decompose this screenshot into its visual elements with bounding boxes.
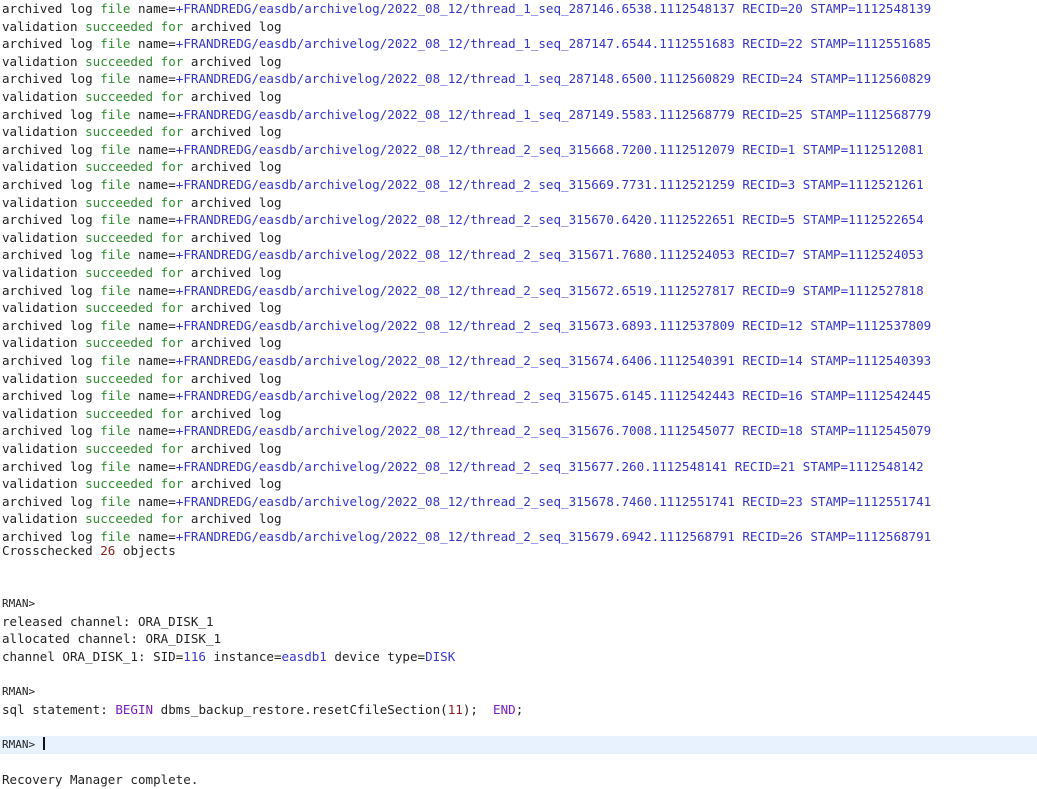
archived-log-line: archived log file name=+FRANDREDG/easdb/… [2,106,932,122]
sql-close: ); [462,702,478,717]
sql-call: dbms_backup_restore.resetCfileSection( [160,702,448,717]
archived-log-line: archived log file name=+FRANDREDG/easdb/… [2,1,932,16]
rman-console-output[interactable]: archived log file name=+FRANDREDG/easdb/… [0,0,1037,789]
validation-line: validation succeeded for archived log [2,229,282,245]
sql-end-keyword: END [493,702,516,717]
archived-log-line: archived log file name=+FRANDREDG/easdb/… [2,36,932,52]
device-label: device type= [334,649,426,664]
validation-line: validation succeeded for archived log [2,511,282,527]
crosscheck-suffix: objects [122,543,176,558]
channel-info-line: channel ORA_DISK_1: SID=116 instance=eas… [2,648,455,666]
crosscheck-count: 26 [100,543,116,558]
archived-log-line: archived log file name=+FRANDREDG/easdb/… [2,247,924,263]
rman-prompt-1: RMAN> [2,597,36,610]
archived-log-line: archived log file name=+FRANDREDG/easdb/… [2,353,932,368]
rman-prompt-3: RMAN> [2,738,36,751]
validation-line: validation succeeded for archived log [2,476,282,492]
text-cursor [42,737,45,750]
validation-line: validation succeeded for archived log [2,194,282,210]
allocated-channel-line: allocated channel: ORA_DISK_1 [2,631,222,646]
archived-log-line: archived log file name=+FRANDREDG/easdb/… [2,282,924,298]
archived-log-line: archived log file name=+FRANDREDG/easdb/… [2,71,932,87]
crosscheck-summary-line: Crosschecked 26 objects [2,542,176,560]
crosscheck-label: Crosschecked [2,543,93,558]
archived-log-line: archived log file name=+FRANDREDG/easdb/… [2,212,924,228]
validation-line: validation succeeded for archived log [2,370,282,386]
device-value: DISK [425,649,456,664]
validation-line: validation succeeded for archived log [2,300,282,316]
current-input-line-highlight [0,736,1037,754]
validation-line: validation succeeded for archived log [2,18,282,34]
rman-input-prompt[interactable]: RMAN> [2,736,45,754]
channel-sid: 116 [183,649,206,664]
validation-line: validation succeeded for archived log [2,265,282,280]
validation-line: validation succeeded for archived log [2,335,282,351]
validation-line: validation succeeded for archived log [2,124,282,140]
recovery-complete-line: Recovery Manager complete. [2,772,199,787]
sql-statement-line: sql statement: BEGIN dbms_backup_restore… [2,701,523,719]
archived-log-line: archived log file name=+FRANDREDG/easdb/… [2,388,932,404]
validation-line: validation succeeded for archived log [2,441,282,456]
archived-log-line: archived log file name=+FRANDREDG/easdb/… [2,141,924,157]
archived-log-line: archived log file name=+FRANDREDG/easdb/… [2,423,932,439]
released-channel-line: released channel: ORA_DISK_1 [2,614,214,629]
validation-line: validation succeeded for archived log [2,405,282,421]
instance-label: instance= [213,649,282,664]
rman-prompt-2: RMAN> [2,685,36,698]
archived-log-line: archived log file name=+FRANDREDG/easdb/… [2,458,924,474]
sql-begin-keyword: BEGIN [115,702,154,717]
archived-log-line: archived log file name=+FRANDREDG/easdb/… [2,493,932,509]
archived-log-line: archived log file name=+FRANDREDG/easdb/… [2,177,924,192]
validation-line: validation succeeded for archived log [2,53,282,69]
instance-value: easdb1 [281,649,327,664]
archived-log-line: archived log file name=+FRANDREDG/easdb/… [2,317,932,333]
validation-line: validation succeeded for archived log [2,89,282,104]
sql-prefix: sql statement: [2,702,108,717]
sql-end-semicolon: ; [515,702,524,717]
validation-line: validation succeeded for archived log [2,159,282,175]
channel-info-prefix: channel ORA_DISK_1: SID= [2,649,184,664]
sql-arg: 11 [447,702,463,717]
